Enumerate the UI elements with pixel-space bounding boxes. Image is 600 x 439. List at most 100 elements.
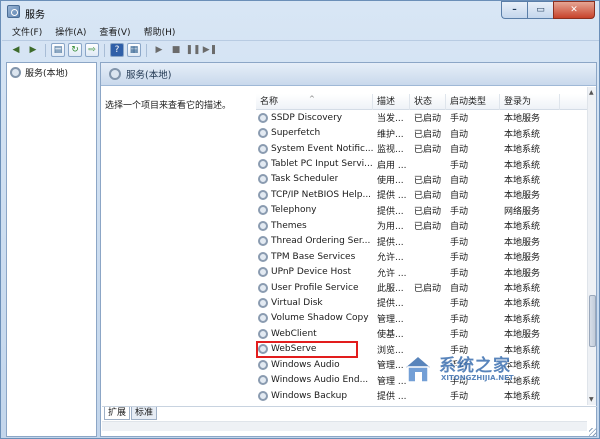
service-description: 管理...	[377, 314, 404, 325]
column-status[interactable]: 状态	[410, 94, 446, 110]
service-startup-type: 自动	[450, 175, 469, 186]
service-name-cell: Thread Ordering Ser...	[256, 236, 373, 247]
highlight-box	[256, 341, 358, 358]
show-hide-console-tree-icon[interactable]: ▤	[51, 43, 65, 57]
table-row[interactable]: Telephony 提供... 已启动 手动 网络服务	[256, 203, 587, 218]
menu-view[interactable]: 查看(V)	[99, 25, 130, 38]
service-description: 使基...	[377, 330, 404, 341]
scroll-down-icon[interactable]: ▼	[589, 396, 594, 403]
table-row[interactable]: TCP/IP NetBIOS Help... 提供 ... 已启动 自动 本地服务	[256, 187, 587, 202]
service-description: 此服...	[377, 284, 404, 295]
table-row[interactable]: User Profile Service 此服... 已启动 自动 本地系统	[256, 280, 587, 295]
table-row[interactable]: System Event Notific... 监视... 已启动 自动 本地系统	[256, 141, 587, 156]
help-icon[interactable]: ?	[110, 43, 124, 57]
service-name: WebClient	[271, 328, 317, 339]
forward-icon[interactable]: ▶	[26, 43, 40, 57]
scroll-up-icon[interactable]: ▲	[589, 89, 594, 96]
back-icon[interactable]: ◀	[9, 43, 23, 57]
service-description: 允许...	[377, 253, 404, 264]
service-gear-icon	[258, 205, 268, 216]
description-area: 选择一个项目来查看它的描述。	[102, 87, 252, 407]
table-row[interactable]: Superfetch 维护... 已启动 自动 本地系统	[256, 125, 587, 140]
service-gear-icon	[258, 128, 268, 139]
console-tree: 服务(本地)	[6, 62, 97, 437]
description-prompt: 选择一个项目来查看它的描述。	[105, 101, 232, 111]
minimize-button[interactable]: –	[501, 1, 527, 19]
toolbar-separator	[45, 43, 46, 57]
table-row[interactable]: TPM Base Services 允许... 手动 本地服务	[256, 249, 587, 264]
service-status: 已启动	[414, 129, 442, 140]
maximize-button[interactable]: ▭	[527, 1, 553, 19]
service-name-cell: Superfetch	[256, 128, 373, 139]
sort-arrow-icon: ^	[309, 95, 315, 103]
properties-icon[interactable]: ▦	[127, 43, 141, 57]
service-gear-icon	[258, 251, 268, 262]
column-name[interactable]: 名称 ^	[256, 94, 373, 110]
scrollbar-thumb[interactable]	[589, 295, 596, 347]
table-row[interactable]: Volume Shadow Copy 管理... 手动 本地系统	[256, 311, 587, 326]
stop-service-icon[interactable]: ■	[169, 43, 183, 57]
service-log-on-as: 本地服务	[504, 237, 541, 248]
table-row[interactable]: Thread Ordering Ser... 提供... 手动 本地服务	[256, 234, 587, 249]
column-description[interactable]: 描述	[373, 94, 410, 110]
restart-service-icon[interactable]: ▶❚	[203, 43, 217, 57]
table-row[interactable]: SSDP Discovery 当发... 已启动 手动 本地服务	[256, 110, 587, 125]
table-row[interactable]: Tablet PC Input Servi... 启用 ... 手动 本地系统	[256, 156, 587, 171]
service-name-cell: TCP/IP NetBIOS Help...	[256, 189, 373, 200]
table-row[interactable]: WebClient 使基... 手动 本地服务	[256, 326, 587, 341]
service-description: 允许 ...	[377, 268, 407, 279]
service-name-cell: Windows Audio End...	[256, 375, 373, 386]
service-description: 提供 ...	[377, 191, 407, 202]
table-row[interactable]: UPnP Device Host 允许 ... 手动 本地服务	[256, 264, 587, 279]
service-name: UPnP Device Host	[271, 267, 351, 278]
service-name-cell: WebClient	[256, 328, 373, 339]
service-gear-icon	[258, 297, 268, 308]
service-name-cell: Telephony	[256, 205, 373, 216]
service-name-cell: TPM Base Services	[256, 251, 373, 262]
service-status: 已启动	[414, 222, 442, 233]
table-row[interactable]: Virtual Disk 提供... 手动 本地系统	[256, 295, 587, 310]
service-log-on-as: 本地系统	[504, 222, 541, 233]
service-name-cell: Themes	[256, 220, 373, 231]
menu-help[interactable]: 帮助(H)	[144, 25, 176, 38]
service-log-on-as: 网络服务	[504, 206, 541, 217]
column-log-on-as[interactable]: 登录为	[500, 94, 560, 110]
service-log-on-as: 本地服务	[504, 253, 541, 264]
gear-icon	[109, 68, 121, 80]
tree-node-services-local[interactable]: 服务(本地)	[10, 66, 68, 79]
service-name: Tablet PC Input Servi...	[271, 159, 373, 170]
horizontal-scrollbar[interactable]	[102, 421, 587, 431]
service-name-cell: Volume Shadow Copy	[256, 313, 373, 324]
service-log-on-as: 本地服务	[504, 268, 541, 279]
window-controls: – ▭ ✕	[501, 1, 595, 19]
service-startup-type: 自动	[450, 222, 469, 233]
vertical-scrollbar[interactable]: ▲ ▼	[587, 87, 596, 405]
view-tabs: 扩展 标准	[102, 406, 597, 420]
table-row[interactable]: Themes 为用... 已启动 自动 本地系统	[256, 218, 587, 233]
table-row[interactable]: Task Scheduler 使用... 已启动 自动 本地系统	[256, 172, 587, 187]
toolbar-separator	[146, 43, 147, 57]
tab-extended[interactable]: 扩展	[104, 407, 131, 420]
service-log-on-as: 本地系统	[504, 284, 541, 295]
start-service-icon[interactable]: ▶	[152, 43, 166, 57]
service-startup-type: 手动	[450, 160, 469, 171]
pane-title: 服务(本地)	[126, 70, 172, 81]
gear-icon	[10, 67, 21, 78]
menu-bar: 文件(F) 操作(A) 查看(V) 帮助(H)	[2, 23, 599, 40]
service-name: Virtual Disk	[271, 297, 323, 308]
service-name: TPM Base Services	[271, 251, 356, 262]
resize-grip-icon[interactable]	[589, 428, 597, 436]
menu-file[interactable]: 文件(F)	[12, 25, 42, 38]
service-gear-icon	[258, 390, 268, 401]
column-startup-type[interactable]: 启动类型	[446, 94, 500, 110]
menu-action[interactable]: 操作(A)	[55, 25, 86, 38]
service-log-on-as: 本地服务	[504, 191, 541, 202]
export-list-icon[interactable]: ⇨	[85, 43, 99, 57]
service-status: 已启动	[414, 284, 442, 295]
title-bar[interactable]: 服务 – ▭ ✕	[1, 1, 599, 23]
refresh-icon[interactable]: ↻	[68, 43, 82, 57]
pause-service-icon[interactable]: ❚❚	[185, 43, 200, 57]
close-button[interactable]: ✕	[553, 1, 595, 19]
tab-standard[interactable]: 标准	[131, 407, 158, 420]
service-startup-type: 手动	[450, 299, 469, 310]
